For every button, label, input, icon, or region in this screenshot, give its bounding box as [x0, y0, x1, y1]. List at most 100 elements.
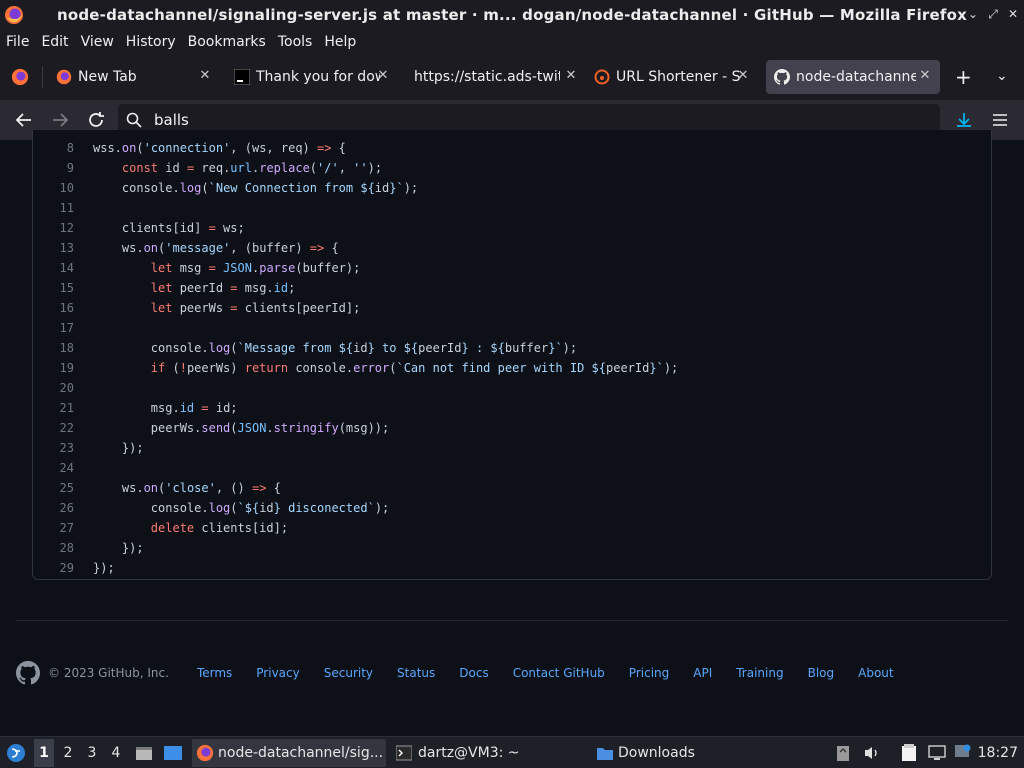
bitly-icon [594, 69, 610, 85]
terminal-icon [396, 745, 412, 761]
code-text: console.log(`New Connection from ${id}`)… [93, 181, 419, 195]
line-number[interactable]: 25 [33, 478, 74, 498]
line-number[interactable]: 16 [33, 298, 74, 318]
menu-tools[interactable]: Tools [278, 34, 313, 50]
tab-thank-you[interactable]: Thank you for dow ✕ [226, 60, 398, 94]
code-line: 14 let msg = JSON.parse(buffer); [33, 258, 991, 278]
line-number[interactable]: 15 [33, 278, 74, 298]
code-line: 25 ws.on('close', () => { [33, 478, 991, 498]
footer-link-security[interactable]: Security [324, 666, 373, 680]
code-text: const id = req.url.replace('/', ''); [121, 161, 383, 175]
tab-url-shortener[interactable]: URL Shortener - Sl ✕ [586, 60, 758, 94]
minimize-icon[interactable]: ⌄ [966, 6, 980, 22]
tab-bar: New Tab ✕ Thank you for dow ✕ https://st… [0, 54, 1024, 100]
back-arrow-icon[interactable] [13, 109, 35, 131]
line-number[interactable]: 14 [33, 258, 74, 278]
close-icon[interactable]: ✕ [918, 68, 932, 83]
line-number[interactable]: 21 [33, 398, 74, 418]
menu-history[interactable]: History [126, 34, 176, 50]
search-icon [126, 112, 142, 128]
footer-link-api[interactable]: API [693, 666, 712, 680]
footer-link-training[interactable]: Training [736, 666, 783, 680]
line-number[interactable]: 12 [33, 218, 74, 238]
code-line: 15 let peerId = msg.id; [33, 278, 991, 298]
terminal-icon [234, 69, 250, 85]
line-number[interactable]: 10 [33, 178, 74, 198]
tab-static-ads[interactable]: https://static.ads-twit ✕ [404, 60, 586, 94]
taskbar-window-label: dartz@VM3: ~ [418, 745, 520, 761]
workspace-1[interactable]: 1 [37, 745, 51, 761]
line-number[interactable]: 24 [33, 458, 74, 478]
tab-new-tab[interactable]: New Tab ✕ [48, 60, 220, 94]
firefox-view-icon[interactable] [11, 68, 29, 86]
footer-link-pricing[interactable]: Pricing [629, 666, 669, 680]
network-icon[interactable] [928, 745, 946, 761]
menu-view[interactable]: View [81, 34, 114, 50]
code-line: 19 if (!peerWs) return console.error(`Ca… [33, 358, 991, 378]
taskbar-window-downloads[interactable]: Downloads [596, 737, 695, 768]
hamburger-menu-icon[interactable] [990, 110, 1010, 130]
update-notifier-icon[interactable] [954, 744, 972, 760]
notes-icon[interactable] [900, 744, 918, 762]
workspace-4[interactable]: 4 [109, 745, 123, 761]
tab-node-datachannel[interactable]: node-datachannel ✕ [766, 60, 940, 94]
code-line: 11 [33, 198, 991, 218]
footer-link-terms[interactable]: Terms [197, 666, 232, 680]
clipboard-icon[interactable] [836, 744, 850, 762]
taskbar-window-firefox[interactable]: node-datachannel/sig... [196, 737, 383, 768]
taskbar-window-terminal[interactable]: dartz@VM3: ~ [396, 737, 520, 768]
code-text: let msg = JSON.parse(buffer); [150, 261, 361, 275]
line-number[interactable]: 20 [33, 378, 74, 398]
list-all-tabs-chevron-down-icon[interactable]: ⌄ [996, 68, 1008, 84]
close-icon[interactable]: ✕ [376, 68, 390, 83]
line-number[interactable]: 29 [33, 558, 74, 578]
footer-link-privacy[interactable]: Privacy [256, 666, 299, 680]
line-number[interactable]: 8 [33, 138, 74, 158]
forward-arrow-icon[interactable] [49, 109, 71, 131]
line-number[interactable]: 17 [33, 318, 74, 338]
close-icon[interactable]: ✕ [564, 68, 578, 83]
menu-bookmarks[interactable]: Bookmarks [188, 34, 266, 50]
system-taskbar: 1 2 3 4 node-datachannel/sig... dartz@VM… [0, 736, 1024, 768]
reload-icon[interactable] [85, 109, 107, 131]
line-number[interactable]: 9 [33, 158, 74, 178]
line-number[interactable]: 27 [33, 518, 74, 538]
line-number[interactable]: 26 [33, 498, 74, 518]
workspace-2[interactable]: 2 [61, 745, 75, 761]
code-line: 16 let peerWs = clients[peerId]; [33, 298, 991, 318]
file-manager-icon[interactable] [135, 744, 153, 762]
menu-file[interactable]: File [6, 34, 29, 50]
address-input[interactable] [154, 111, 914, 129]
line-number[interactable]: 11 [33, 198, 74, 218]
github-logo-icon[interactable] [16, 661, 40, 685]
code-line: 23 }); [33, 438, 991, 458]
line-number[interactable]: 19 [33, 358, 74, 378]
code-text: }); [93, 541, 144, 555]
footer-link-status[interactable]: Status [397, 666, 435, 680]
line-number[interactable]: 23 [33, 438, 74, 458]
line-number[interactable]: 13 [33, 238, 74, 258]
start-menu-icon[interactable] [6, 743, 26, 763]
footer-link-contact-github[interactable]: Contact GitHub [513, 666, 605, 680]
close-icon[interactable]: ✕ [736, 68, 750, 83]
footer-link-blog[interactable]: Blog [808, 666, 835, 680]
footer-link-about[interactable]: About [858, 666, 893, 680]
volume-icon[interactable] [863, 745, 881, 761]
tab-label: New Tab [78, 69, 137, 85]
line-number[interactable]: 22 [33, 418, 74, 438]
github-icon [774, 69, 790, 85]
footer-link-docs[interactable]: Docs [459, 666, 488, 680]
menu-edit[interactable]: Edit [41, 34, 68, 50]
footer-copyright: © 2023 GitHub, Inc. [48, 666, 169, 680]
close-icon[interactable]: ✕ [198, 68, 212, 83]
desktop-icon[interactable] [163, 744, 183, 762]
line-number[interactable]: 18 [33, 338, 74, 358]
code-text: let peerId = msg.id; [150, 281, 296, 295]
maximize-icon[interactable]: ⤢ [986, 6, 1000, 22]
close-icon[interactable]: ✕ [1006, 6, 1020, 22]
menu-help[interactable]: Help [324, 34, 356, 50]
download-icon[interactable] [954, 110, 974, 130]
workspace-3[interactable]: 3 [85, 745, 99, 761]
line-number[interactable]: 28 [33, 538, 74, 558]
new-tab-plus-icon[interactable]: + [955, 65, 972, 89]
